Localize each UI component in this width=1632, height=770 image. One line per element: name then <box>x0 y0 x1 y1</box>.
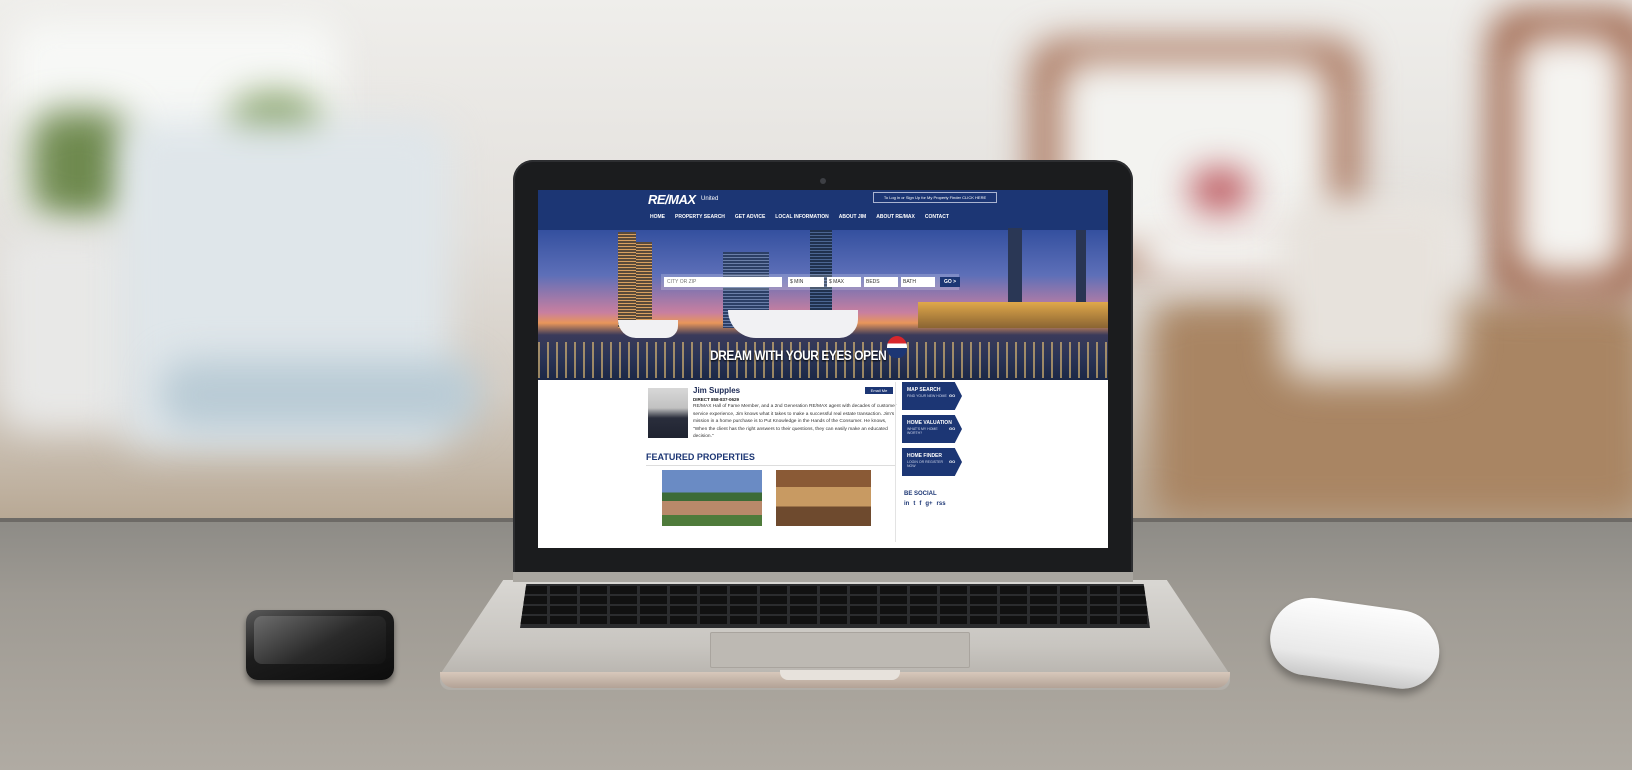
yacht <box>728 310 858 338</box>
smartphone <box>246 610 394 680</box>
site-header: RE/MAX United To Log in or Sign Up for M… <box>538 190 1108 230</box>
remax-logo[interactable]: RE/MAX <box>648 192 696 207</box>
laptop-notch <box>780 670 900 680</box>
laptop-screen: RE/MAX United To Log in or Sign Up for M… <box>538 190 1108 548</box>
divider <box>646 465 896 466</box>
nav-contact[interactable]: CONTACT <box>925 214 949 220</box>
waterfront-lights <box>918 302 1108 328</box>
plant <box>30 110 130 220</box>
be-social-heading: BE SOCIAL <box>904 491 937 497</box>
nav-about-remax[interactable]: ABOUT RE/MAX <box>876 214 915 220</box>
beds-select[interactable]: BEDS <box>864 277 898 287</box>
max-price-select[interactable]: $ MAX <box>827 277 861 287</box>
camera-icon <box>820 178 826 184</box>
login-link[interactable]: To Log in or Sign Up for My Property Fin… <box>873 192 997 203</box>
armchair <box>1280 200 1460 380</box>
main-content: Jim Supples Email Me DIRECT 858-837-0629… <box>538 380 1108 548</box>
google-plus-icon[interactable]: g+ <box>925 501 932 507</box>
social-icons: in t f g+ rss <box>904 501 946 507</box>
button-title: HOME FINDER <box>907 453 942 459</box>
logo-subtitle: United <box>701 196 719 202</box>
nav-about-jim[interactable]: ABOUT JIM <box>839 214 867 220</box>
main-nav: HOME PROPERTY SEARCH GET ADVICE LOCAL IN… <box>650 214 949 220</box>
go-arrow-icon: GO <box>949 393 956 398</box>
button-title: HOME VALUATION <box>907 420 952 426</box>
nav-get-advice[interactable]: GET ADVICE <box>735 214 765 220</box>
agent-bio: RE/MAX Hall of Fame Member, and a 2nd Ge… <box>693 404 897 439</box>
button-title: MAP SEARCH <box>907 387 941 393</box>
button-subtitle: LOGIN OR REGISTER NOW <box>907 460 943 468</box>
go-arrow-icon: GO <box>949 459 956 464</box>
featured-property-card[interactable] <box>776 470 871 526</box>
sofa <box>0 230 140 430</box>
trackpad <box>710 632 970 668</box>
linkedin-icon[interactable]: in <box>904 501 909 507</box>
skyscraper <box>636 242 652 328</box>
city-zip-input[interactable] <box>664 277 782 287</box>
button-subtitle: FIND YOUR NEW HOME <box>907 394 947 398</box>
nav-local-information[interactable]: LOCAL INFORMATION <box>775 214 828 220</box>
home-finder-button[interactable]: HOME FINDER LOGIN OR REGISTER NOW GO <box>902 448 962 476</box>
hero-banner: $ MIN $ MAX BEDS BATH GO > DREAM WITH YO… <box>538 228 1108 380</box>
min-price-select[interactable]: $ MIN <box>788 277 824 287</box>
rss-icon[interactable]: rss <box>937 501 946 507</box>
nav-home[interactable]: HOME <box>650 214 665 220</box>
remax-balloon-icon <box>887 336 907 358</box>
button-subtitle: WHAT'S MY HOME WORTH? <box>907 427 938 435</box>
featured-property-card[interactable] <box>662 470 762 526</box>
agent-phone[interactable]: DIRECT 858-837-0629 <box>693 397 739 402</box>
search-go-button[interactable]: GO > <box>940 277 960 287</box>
bath-select[interactable]: BATH <box>901 277 935 287</box>
property-search-bar: $ MIN $ MAX BEDS BATH GO > <box>661 274 960 290</box>
door <box>1515 35 1625 275</box>
go-arrow-icon: GO <box>949 426 956 431</box>
nav-property-search[interactable]: PROPERTY SEARCH <box>675 214 725 220</box>
phone-screen <box>254 616 386 664</box>
yacht <box>618 320 678 338</box>
home-valuation-button[interactable]: HOME VALUATION WHAT'S MY HOME WORTH? GO <box>902 415 962 443</box>
chair-seat <box>160 360 480 430</box>
agent-name: Jim Supples <box>693 386 741 395</box>
twitter-icon[interactable]: t <box>913 501 915 507</box>
hero-tagline: DREAM WITH YOUR EYES OPEN <box>710 347 887 363</box>
featured-properties-title: FEATURED PROPERTIES <box>646 452 755 462</box>
email-me-button[interactable]: Email Me <box>865 387 893 394</box>
agent-photo <box>648 388 688 438</box>
flowers <box>1190 170 1250 210</box>
facebook-icon[interactable]: f <box>919 501 921 507</box>
skyscraper <box>618 232 636 328</box>
map-search-button[interactable]: MAP SEARCH FIND YOUR NEW HOME GO <box>902 382 962 410</box>
laptop-hinge <box>513 572 1133 582</box>
divider <box>895 382 896 542</box>
keyboard <box>520 584 1150 628</box>
